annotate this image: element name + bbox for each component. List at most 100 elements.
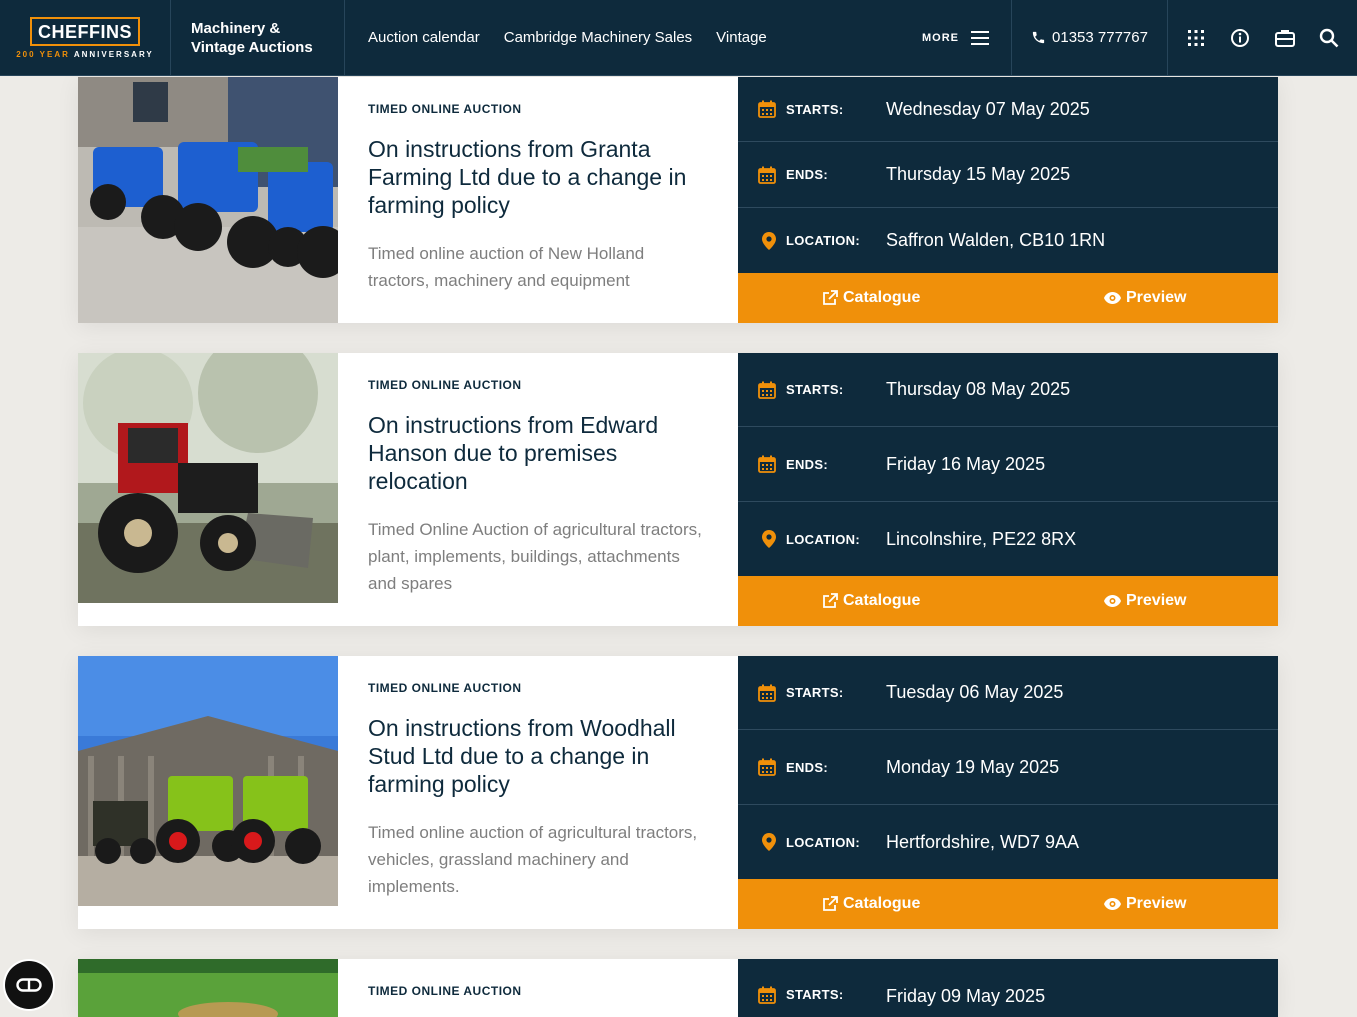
- auction-type: TIMED ONLINE AUCTION: [368, 378, 522, 392]
- logo-wordmark: CHEFFINS: [30, 16, 140, 46]
- accessibility-widget-button[interactable]: [5, 961, 53, 1009]
- auction-info: TIMED ONLINE AUCTION On instructions fro…: [368, 656, 708, 900]
- preview-label: Preview: [1126, 895, 1187, 912]
- phone-icon: [1032, 31, 1045, 44]
- eye-icon: [1104, 292, 1121, 304]
- starts-value: Thursday 08 May 2025: [886, 379, 1071, 399]
- nav-auction-calendar[interactable]: Auction calendar: [368, 29, 480, 46]
- location-label: LOCATION:: [786, 233, 860, 248]
- starts-row: STARTS: Wednesday 07 May 2025: [738, 77, 1278, 142]
- more-label: MORE: [922, 31, 959, 44]
- location-row: LOCATION: Saffron Walden, CB10 1RN: [738, 208, 1278, 273]
- preview-button[interactable]: Preview: [1104, 289, 1186, 307]
- auction-info: TIMED ONLINE AUCTION: [368, 959, 708, 998]
- nav-vintage[interactable]: Vintage: [716, 29, 767, 46]
- auction-description: Timed online auction of agricultural tra…: [368, 823, 698, 896]
- main-nav: Auction calendar Cambridge Machinery Sal…: [345, 0, 922, 75]
- starts-label: STARTS:: [786, 382, 844, 397]
- auction-description: Timed online auction of New Holland trac…: [368, 244, 645, 290]
- location-pin-icon: [762, 530, 776, 548]
- auction-type: TIMED ONLINE AUCTION: [368, 984, 522, 998]
- briefcase-icon[interactable]: [1272, 25, 1298, 51]
- auction-description: Timed Online Auction of agricultural tra…: [368, 520, 702, 593]
- eye-icon: [1104, 595, 1121, 607]
- catalogue-button[interactable]: Catalogue: [822, 895, 920, 913]
- catalogue-button[interactable]: Catalogue: [822, 592, 920, 610]
- catalogue-label: Catalogue: [843, 592, 921, 609]
- external-link-icon: [823, 290, 838, 305]
- auction-actions: Catalogue Preview: [738, 273, 1278, 323]
- starts-label: STARTS:: [786, 987, 844, 1002]
- ends-value: Thursday 15 May 2025: [886, 164, 1071, 184]
- auction-photo[interactable]: [78, 353, 338, 603]
- preview-button[interactable]: Preview: [1104, 592, 1186, 610]
- phone-number: 01353 777767: [1052, 29, 1148, 46]
- starts-row: STARTS: Thursday 08 May 2025: [738, 353, 1278, 427]
- starts-label: STARTS:: [786, 101, 844, 117]
- ends-label: ENDS:: [786, 456, 828, 472]
- logo-year: 200 YEAR: [16, 49, 70, 59]
- section-title[interactable]: Machinery & Vintage Auctions: [171, 0, 345, 75]
- preview-button[interactable]: Preview: [1104, 895, 1186, 913]
- location-value: Lincolnshire, PE22 8RX: [886, 528, 1077, 549]
- starts-value: Wednesday 07 May 2025: [886, 98, 1090, 119]
- ends-label: ENDS:: [786, 759, 828, 775]
- external-link-icon: [823, 593, 838, 608]
- calendar-icon: [758, 684, 776, 702]
- header-icon-group: [1168, 0, 1357, 75]
- accessibility-icon: [16, 978, 42, 992]
- auction-details-panel: STARTS: Wednesday 07 May 2025 ENDS: Thur…: [738, 77, 1278, 323]
- grid-icon[interactable]: [1183, 25, 1209, 51]
- auction-info: TIMED ONLINE AUCTION On instructions fro…: [368, 353, 708, 597]
- ends-label: ENDS:: [786, 167, 828, 182]
- search-icon[interactable]: [1316, 25, 1342, 51]
- calendar-icon: [758, 100, 776, 118]
- calendar-icon: [758, 166, 776, 184]
- auction-photo[interactable]: [78, 656, 338, 906]
- auction-photo[interactable]: [78, 77, 338, 323]
- calendar-icon: [758, 986, 776, 1004]
- location-pin-icon: [762, 231, 776, 250]
- starts-value: Friday 09 May 2025: [886, 986, 1046, 1006]
- location-label: LOCATION:: [786, 834, 860, 850]
- preview-label: Preview: [1126, 592, 1187, 609]
- calendar-icon: [758, 758, 776, 776]
- ends-row: ENDS: Thursday 15 May 2025: [738, 142, 1278, 208]
- ends-value: Monday 19 May 2025: [886, 756, 1060, 777]
- catalogue-button[interactable]: Catalogue: [822, 289, 920, 307]
- info-icon[interactable]: [1227, 25, 1253, 51]
- site-header: CHEFFINS 200 YEAR ANNIVERSARY Machinery …: [0, 0, 1357, 76]
- logo-anniversary: 200 YEAR ANNIVERSARY: [16, 50, 154, 59]
- auction-actions: Catalogue Preview: [738, 576, 1278, 626]
- cheffins-logo[interactable]: CHEFFINS 200 YEAR ANNIVERSARY: [0, 0, 171, 75]
- location-label: LOCATION:: [786, 531, 860, 547]
- phone-link[interactable]: 01353 777767: [1011, 0, 1168, 75]
- ends-row: ENDS: Monday 19 May 2025: [738, 730, 1278, 805]
- location-value: Hertfordshire, WD7 9AA: [886, 831, 1080, 852]
- catalogue-label: Catalogue: [843, 895, 921, 912]
- more-menu-button[interactable]: MORE: [922, 0, 1011, 75]
- auction-listing: TIMED ONLINE AUCTION On instructions fro…: [78, 656, 1278, 929]
- preview-label: Preview: [1126, 289, 1187, 306]
- starts-row: STARTS: Tuesday 06 May 2025: [738, 656, 1278, 730]
- starts-row: STARTS: Friday 09 May 2025: [738, 959, 1278, 1017]
- section-title-line1: Machinery &: [191, 19, 281, 37]
- starts-value: Tuesday 06 May 2025: [886, 682, 1064, 702]
- auction-title[interactable]: On instructions from Edward Hanson due t…: [368, 411, 708, 495]
- ends-value: Friday 16 May 2025: [886, 453, 1046, 474]
- auction-listing: TIMED ONLINE AUCTION On instructions fro…: [78, 77, 1278, 323]
- auction-title[interactable]: On instructions from Woodhall Stud Ltd d…: [368, 714, 708, 798]
- calendar-icon: [758, 381, 776, 399]
- location-row: LOCATION: Hertfordshire, WD7 9AA: [738, 805, 1278, 879]
- nav-cambridge-machinery-sales[interactable]: Cambridge Machinery Sales: [504, 29, 692, 46]
- logo-anniversary-text: ANNIVERSARY: [73, 49, 154, 59]
- auction-info: TIMED ONLINE AUCTION On instructions fro…: [368, 77, 708, 294]
- eye-icon: [1104, 898, 1121, 910]
- auction-type: TIMED ONLINE AUCTION: [368, 681, 522, 695]
- location-row: LOCATION: Lincolnshire, PE22 8RX: [738, 502, 1278, 576]
- auction-details-panel: STARTS: Friday 09 May 2025: [738, 959, 1278, 1017]
- location-value: Saffron Walden, CB10 1RN: [886, 230, 1106, 250]
- auction-details-panel: STARTS: Tuesday 06 May 2025 ENDS: Monday…: [738, 656, 1278, 929]
- auction-title[interactable]: On instructions from Granta Farming Ltd …: [368, 135, 708, 219]
- auction-photo[interactable]: [78, 959, 338, 1017]
